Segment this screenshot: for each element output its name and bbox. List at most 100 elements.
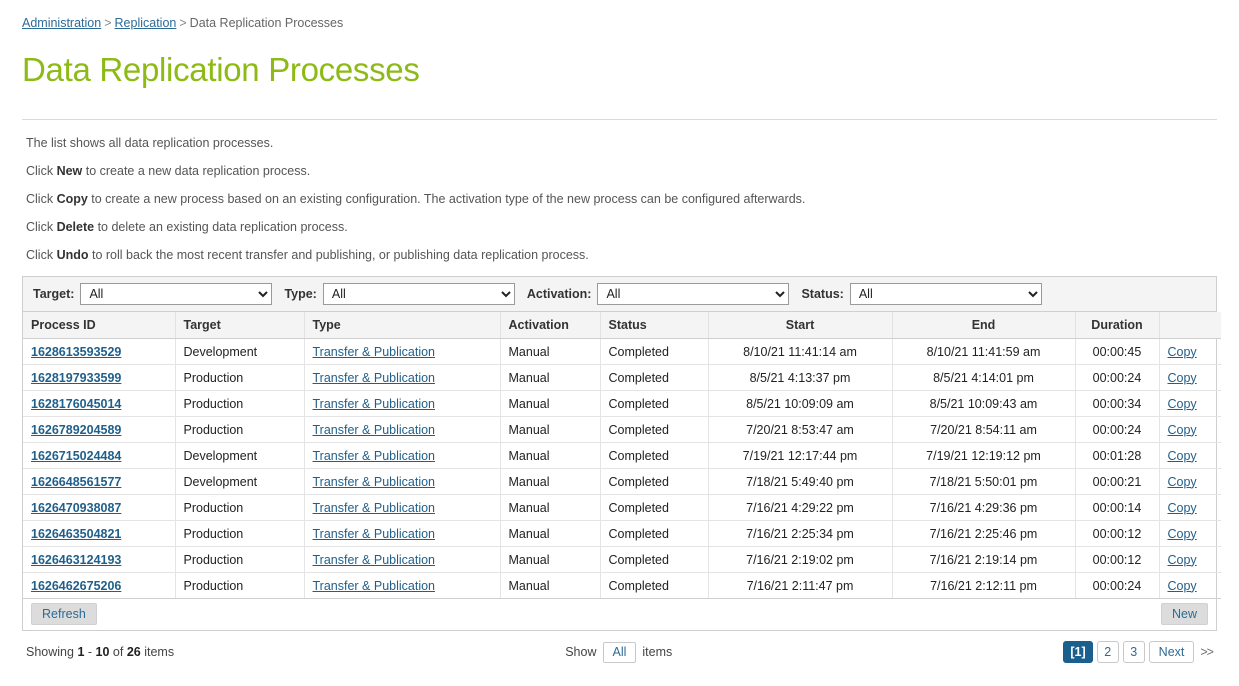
cell-target: Production: [175, 364, 305, 392]
pager-last-icon[interactable]: >>: [1198, 645, 1214, 659]
cell-copy-link[interactable]: Copy: [1168, 475, 1197, 489]
cell-type-link[interactable]: Transfer & Publication: [313, 397, 436, 411]
cell-process-id-link[interactable]: 1628613593529: [31, 345, 121, 359]
pager-page-3[interactable]: 3: [1122, 641, 1145, 664]
filter-group-type: Type: All: [284, 283, 515, 306]
cell-process-id-link[interactable]: 1626715024484: [31, 449, 121, 463]
cell-process-id[interactable]: 1626789204589: [23, 416, 176, 444]
filter-select-status[interactable]: All: [849, 283, 1042, 306]
cell-type-link[interactable]: Transfer & Publication: [313, 475, 436, 489]
cell-copy[interactable]: Copy: [1159, 468, 1221, 496]
show-items-label-suffix: items: [642, 645, 673, 660]
cell-process-id-link[interactable]: 1626648561577: [31, 475, 121, 489]
cell-process-id-link[interactable]: 1626789204589: [31, 423, 121, 437]
cell-status: Completed: [600, 468, 709, 496]
cell-type[interactable]: Transfer & Publication: [304, 364, 501, 392]
cell-process-id[interactable]: 1626648561577: [23, 468, 176, 496]
cell-copy-link[interactable]: Copy: [1168, 553, 1197, 567]
filter-group-status: Status: All: [801, 283, 1042, 306]
cell-copy-link[interactable]: Copy: [1168, 345, 1197, 359]
showing-of: of: [112, 645, 124, 660]
cell-activation: Manual: [500, 468, 601, 496]
cell-type-link[interactable]: Transfer & Publication: [313, 501, 436, 515]
cell-process-id-link[interactable]: 1626470938087: [31, 501, 121, 515]
cell-type[interactable]: Transfer & Publication: [304, 416, 501, 444]
cell-process-id-link[interactable]: 1626463504821: [31, 527, 121, 541]
cell-process-id[interactable]: 1628176045014: [23, 390, 176, 418]
cell-start: 7/16/21 2:25:34 pm: [708, 520, 893, 548]
table-row: 1626462675206 Production Transfer & Public…: [23, 572, 1221, 600]
breadcrumb-separator-1: >: [104, 16, 112, 30]
page-root: Administration > Replication > Data Replicat…: [0, 0, 1239, 664]
cell-type[interactable]: Transfer & Publication: [304, 520, 501, 548]
column-header-process-id[interactable]: Process ID: [23, 312, 176, 340]
cell-copy-link[interactable]: Copy: [1168, 423, 1197, 437]
cell-process-id[interactable]: 1626462675206: [23, 572, 176, 600]
filter-select-target[interactable]: All: [80, 283, 273, 306]
cell-copy-link[interactable]: Copy: [1168, 449, 1197, 463]
cell-process-id[interactable]: 1628197933599: [23, 364, 176, 392]
cell-end: 7/18/21 5:50:01 pm: [892, 468, 1076, 496]
cell-copy[interactable]: Copy: [1159, 338, 1221, 366]
page-title: Data Replication Processes: [22, 51, 420, 88]
cell-copy[interactable]: Copy: [1159, 416, 1221, 444]
filter-select-activation[interactable]: All: [597, 283, 790, 306]
refresh-button[interactable]: Refresh: [31, 603, 97, 626]
new-button[interactable]: New: [1160, 603, 1208, 626]
column-header-type[interactable]: Type: [304, 312, 501, 340]
cell-copy-link[interactable]: Copy: [1168, 371, 1197, 385]
table-row: 1626715024484 Development Transfer & Publi…: [23, 442, 1221, 470]
cell-process-id[interactable]: 1628613593529: [23, 338, 176, 366]
cell-copy[interactable]: Copy: [1159, 364, 1221, 392]
intro-line-4-bold: Delete: [56, 220, 95, 235]
cell-type[interactable]: Transfer & Publication: [304, 338, 501, 366]
column-header-target[interactable]: Target: [175, 312, 305, 340]
cell-copy-link[interactable]: Copy: [1168, 579, 1197, 593]
cell-process-id-link[interactable]: 1628176045014: [31, 397, 121, 411]
cell-copy-link[interactable]: Copy: [1168, 397, 1197, 411]
cell-type[interactable]: Transfer & Publication: [304, 390, 501, 418]
pager-next-button[interactable]: Next: [1148, 641, 1195, 664]
cell-process-id-link[interactable]: 1626463124193: [31, 553, 121, 567]
cell-type[interactable]: Transfer & Publication: [304, 494, 501, 522]
pager-page-1[interactable]: [1]: [1063, 641, 1093, 664]
cell-type-link[interactable]: Transfer & Publication: [313, 371, 436, 385]
column-header-duration[interactable]: Duration: [1075, 312, 1160, 340]
cell-process-id[interactable]: 1626463504821: [23, 520, 176, 548]
filter-bar: Target: All Type: All Activation: All St…: [23, 277, 1216, 313]
cell-type-link[interactable]: Transfer & Publication: [313, 579, 436, 593]
cell-type-link[interactable]: Transfer & Publication: [313, 449, 436, 463]
cell-process-id[interactable]: 1626715024484: [23, 442, 176, 470]
filter-select-type[interactable]: All: [322, 283, 515, 306]
breadcrumb-link-replication[interactable]: Replication: [115, 16, 177, 30]
pager-page-2[interactable]: 2: [1096, 641, 1119, 664]
column-header-start[interactable]: Start: [708, 312, 893, 340]
cell-process-id[interactable]: 1626470938087: [23, 494, 176, 522]
cell-copy[interactable]: Copy: [1159, 572, 1221, 600]
cell-copy[interactable]: Copy: [1159, 520, 1221, 548]
cell-type-link[interactable]: Transfer & Publication: [313, 423, 436, 437]
show-all-button[interactable]: All: [602, 641, 637, 663]
cell-copy[interactable]: Copy: [1159, 494, 1221, 522]
column-header-activation[interactable]: Activation: [500, 312, 601, 340]
cell-copy[interactable]: Copy: [1159, 390, 1221, 418]
cell-type[interactable]: Transfer & Publication: [304, 546, 501, 574]
cell-type[interactable]: Transfer & Publication: [304, 442, 501, 470]
cell-copy-link[interactable]: Copy: [1168, 527, 1197, 541]
filter-label-activation: Activation:: [526, 287, 592, 302]
intro-line-3-bold: Copy: [56, 192, 88, 207]
cell-type-link[interactable]: Transfer & Publication: [313, 553, 436, 567]
breadcrumb-link-administration[interactable]: Administration: [22, 16, 101, 30]
cell-type-link[interactable]: Transfer & Publication: [313, 527, 436, 541]
cell-type[interactable]: Transfer & Publication: [304, 468, 501, 496]
cell-copy[interactable]: Copy: [1159, 442, 1221, 470]
column-header-end[interactable]: End: [892, 312, 1076, 340]
cell-copy[interactable]: Copy: [1159, 546, 1221, 574]
cell-process-id[interactable]: 1626463124193: [23, 546, 176, 574]
cell-type-link[interactable]: Transfer & Publication: [313, 345, 436, 359]
cell-process-id-link[interactable]: 1626462675206: [31, 579, 121, 593]
column-header-status[interactable]: Status: [600, 312, 709, 340]
cell-copy-link[interactable]: Copy: [1168, 501, 1197, 515]
cell-process-id-link[interactable]: 1628197933599: [31, 371, 121, 385]
cell-type[interactable]: Transfer & Publication: [304, 572, 501, 600]
